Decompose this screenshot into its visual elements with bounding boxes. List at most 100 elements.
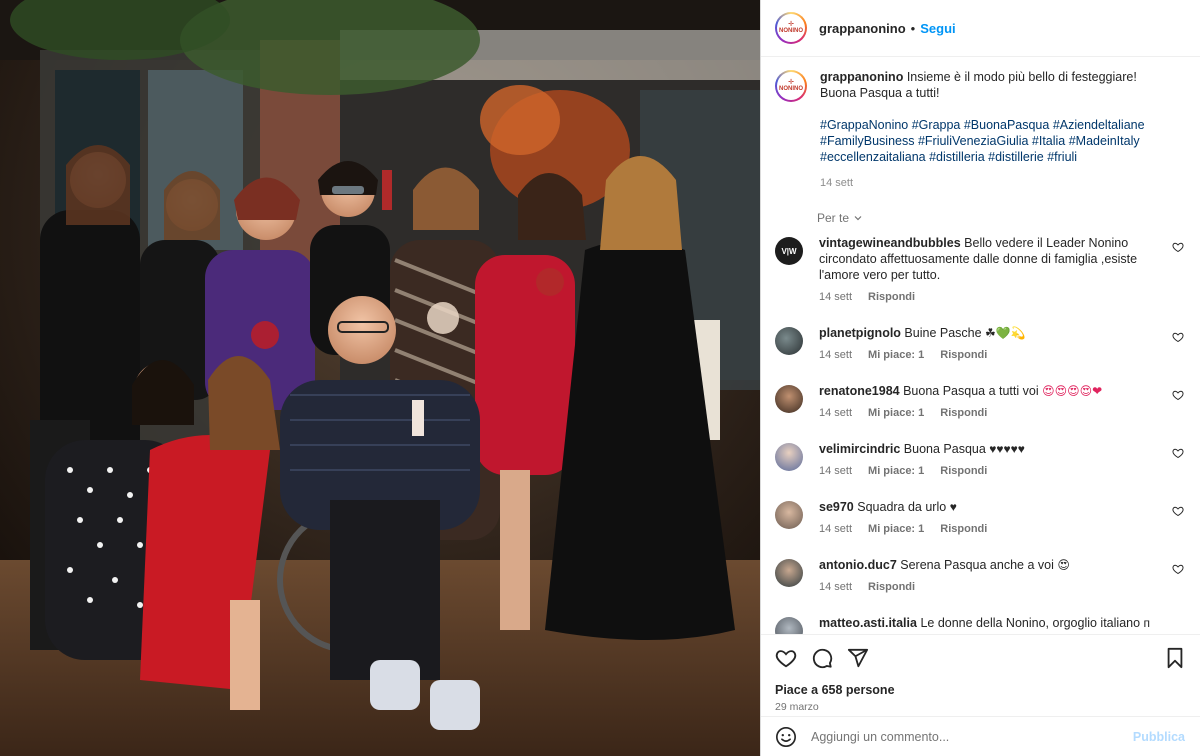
like-button[interactable] [775,647,797,669]
commenter-avatar[interactable] [775,617,803,634]
commenter-avatar[interactable]: V|W [775,237,803,265]
comment-username[interactable]: vintagewineandbubbles [819,236,961,250]
follow-button[interactable]: Segui [920,21,955,36]
comment-text: Bello vedere il Leader Nonino [964,236,1129,250]
comment-item: matteo.asti.italia Le donne della Nonino… [775,615,1184,634]
comment-text: Squadra da urlo [857,500,947,514]
comment-username[interactable]: se970 [819,500,854,514]
post-photo[interactable] [0,0,760,756]
comment-text-line-2: circondato affettuosamente dalle donne d… [819,252,1138,266]
comment-username[interactable]: matteo.asti.italia [819,616,917,630]
comment-username[interactable]: planetpignolo [819,326,901,340]
emoji-picker-button[interactable] [775,726,797,748]
heart-outline-icon [1172,448,1184,459]
nonino-logo-icon: ✛ NONINO [777,72,805,100]
comment-likes[interactable]: Mi piace: 1 [868,347,924,363]
comment-like-button[interactable] [1172,241,1184,253]
nonino-logo-icon: ✛ NONINO [777,14,805,42]
comment-time[interactable]: 14 sett [819,463,852,479]
comment-like-button[interactable] [1172,505,1184,517]
comments-list[interactable]: ✛ NONINO grappanonino Insieme è il modo … [761,57,1200,634]
save-button[interactable] [1164,647,1186,669]
comment-like-button[interactable] [1172,563,1184,575]
comment-username[interactable]: velimircindric [819,442,900,456]
comment-emoji: ♥ [949,500,957,514]
comment-like-button[interactable] [1172,331,1184,343]
reply-button[interactable]: Rispondi [940,347,987,363]
reply-button[interactable]: Rispondi [868,579,915,595]
family-group-photo [0,0,760,756]
comment-time[interactable]: 14 sett [819,347,852,363]
reply-button[interactable]: Rispondi [940,405,987,421]
translate-toggle[interactable]: Per te [817,211,1184,225]
add-comment-bar: Pubblica [761,716,1200,756]
comment-item: V|W vintagewineandbubbles Bello vedere i… [775,235,1184,305]
comment-item: se970 Squadra da urlo ♥ 14 sett Mi piace… [775,499,1184,537]
comment-likes[interactable]: Mi piace: 1 [868,521,924,537]
commenter-avatar[interactable] [775,327,803,355]
profile-avatar[interactable]: ✛ NONINO [775,12,807,44]
comment-time[interactable]: 14 sett [819,405,852,421]
heart-outline-icon [1172,242,1184,253]
hashtags-line-1[interactable]: #GrappaNonino #Grappa #BuonaPasqua #Azie… [820,117,1145,133]
comment-time[interactable]: 14 sett [819,521,852,537]
post-date[interactable]: 29 marzo [775,701,1186,713]
heart-outline-icon [1172,390,1184,401]
comment-time[interactable]: 14 sett [819,579,852,595]
reply-button[interactable]: Rispondi [868,289,915,305]
comment-likes[interactable]: Mi piace: 1 [868,405,924,421]
comment-text: Le donne della Nonino, orgoglio italiano [920,616,1141,630]
post-header: ✛ NONINO grappanonino • Segui [761,0,1200,57]
comment-username[interactable]: antonio.duc7 [819,558,897,572]
comment-text: Buona Pasqua [903,442,986,456]
header-separator: • [910,20,916,36]
reply-button[interactable]: Rispondi [940,463,987,479]
comment-username[interactable]: renatone1984 [819,384,900,398]
comment-emoji: ♥♥♥♥♥ [989,442,1025,456]
comment-emoji: 😍 [1057,558,1070,572]
caption-line-1: Insieme è il modo più bello di festeggia… [906,70,1137,84]
reply-button[interactable]: Rispondi [940,521,987,537]
post-side-panel: ✛ NONINO grappanonino • Segui ✛ NONINO g… [760,0,1200,756]
comment-item: antonio.duc7 Serena Pasqua anche a voi 😍… [775,557,1184,595]
comment-text: Serena Pasqua anche a voi [900,558,1054,572]
hashtags-line-3[interactable]: #eccellenzaitaliana #distilleria #distil… [820,149,1145,165]
comment-item: planetpignolo Buine Pasche ☘💚💫 14 sett M… [775,325,1184,363]
post-caption: ✛ NONINO grappanonino Insieme è il modo … [775,69,1184,191]
share-button[interactable] [847,647,869,669]
likes-count[interactable]: Piace a 658 persone [775,683,1186,697]
heart-outline-icon [1172,332,1184,343]
comment-time[interactable]: 14 sett [819,289,852,305]
header-username[interactable]: grappanonino [819,21,906,36]
commenter-avatar[interactable] [775,501,803,529]
hashtags: #GrappaNonino #Grappa #BuonaPasqua #Azie… [820,117,1145,165]
comment-bubble-icon [812,648,833,669]
comment-like-button[interactable] [1172,447,1184,459]
comment-text-line-3: l'amore vero per tutto. [819,268,941,282]
comment-likes[interactable]: Mi piace: 1 [868,463,924,479]
hashtags-line-2[interactable]: #FamilyBusiness #FriuliVeneziaGiulia #It… [820,133,1145,149]
comment-emoji: ☘💚💫 [985,326,1026,340]
comment-text: Buona Pasqua a tutti voi [903,384,1039,398]
paper-plane-icon [847,648,869,668]
commenter-avatar[interactable] [775,385,803,413]
heart-outline-icon [1172,506,1184,517]
translate-label: Per te [817,211,850,225]
comment-like-button[interactable] [1172,389,1184,401]
caption-avatar[interactable]: ✛ NONINO [775,70,807,102]
comment-input[interactable] [811,729,1133,744]
instagram-post-view: ✛ NONINO grappanonino • Segui ✛ NONINO g… [0,0,1200,756]
bookmark-icon [1167,647,1183,669]
caption-line-2: Buona Pasqua a tutti! [820,86,940,100]
comment-emoji: ᴨ [1143,616,1151,630]
comment-emoji: 😍😍😍😍❤ [1042,384,1103,398]
heart-outline-icon [1172,564,1184,575]
publish-button[interactable]: Pubblica [1133,730,1185,744]
comment-item: renatone1984 Buona Pasqua a tutti voi 😍😍… [775,383,1184,421]
caption-username[interactable]: grappanonino [820,70,903,84]
smiley-icon [776,726,796,747]
comment-button[interactable] [811,647,833,669]
commenter-avatar[interactable] [775,559,803,587]
commenter-avatar[interactable] [775,443,803,471]
caption-time[interactable]: 14 sett [820,175,1145,191]
